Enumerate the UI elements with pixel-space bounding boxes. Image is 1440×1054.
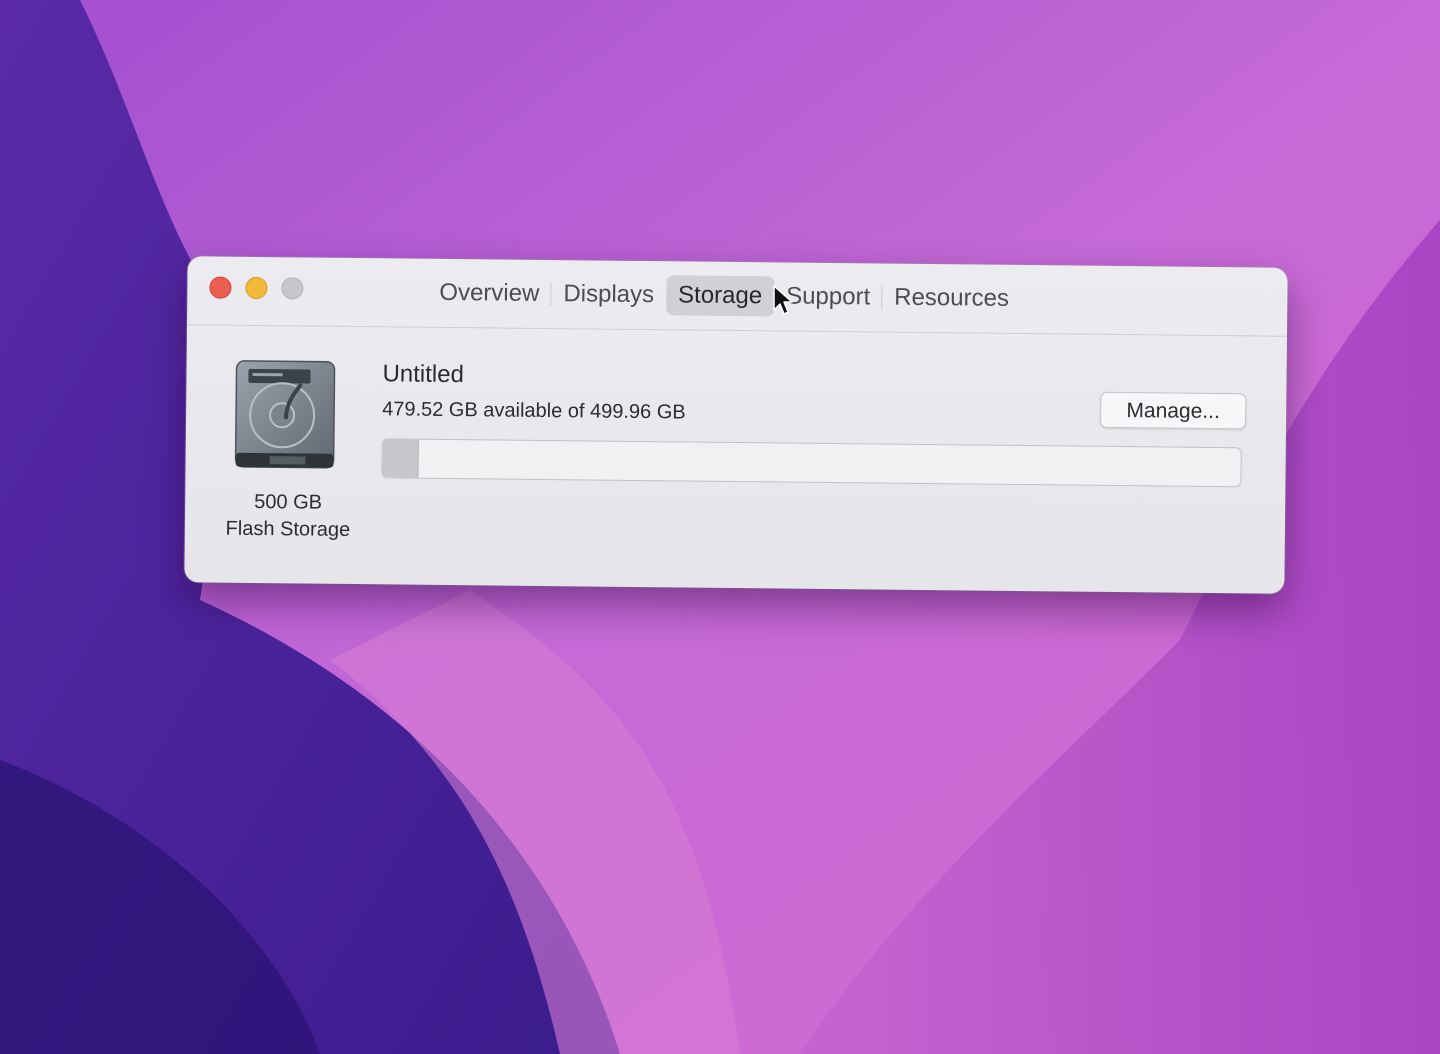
tab-resources[interactable]: Resources xyxy=(882,278,1021,319)
tab-displays[interactable]: Displays xyxy=(551,274,666,315)
mouse-pointer-icon xyxy=(773,285,793,315)
drive-type: Flash Storage xyxy=(225,517,351,541)
tab-storage[interactable]: Storage xyxy=(665,275,775,317)
volume-availability: 479.52 GB available of 499.96 GB xyxy=(382,398,686,424)
drive-label: 500 GB Flash Storage xyxy=(203,488,374,544)
about-this-mac-window: Overview Displays Storage Support Resour… xyxy=(184,256,1288,594)
window-titlebar: Overview Displays Storage Support Resour… xyxy=(187,256,1288,337)
volume-name: Untitled xyxy=(382,360,465,389)
minimize-window-button[interactable] xyxy=(245,276,268,300)
window-controls xyxy=(209,276,304,300)
tab-bar: Overview Displays Storage Support Resour… xyxy=(427,273,1021,319)
close-window-button[interactable] xyxy=(209,276,232,299)
hard-drive-icon xyxy=(234,360,336,469)
manage-button[interactable]: Manage... xyxy=(1099,391,1247,430)
storage-used-segment xyxy=(382,439,420,478)
storage-usage-bar xyxy=(381,438,1242,488)
zoom-window-button[interactable] xyxy=(281,277,304,300)
tab-overview[interactable]: Overview xyxy=(427,273,551,314)
drive-capacity: 500 GB xyxy=(254,490,323,514)
